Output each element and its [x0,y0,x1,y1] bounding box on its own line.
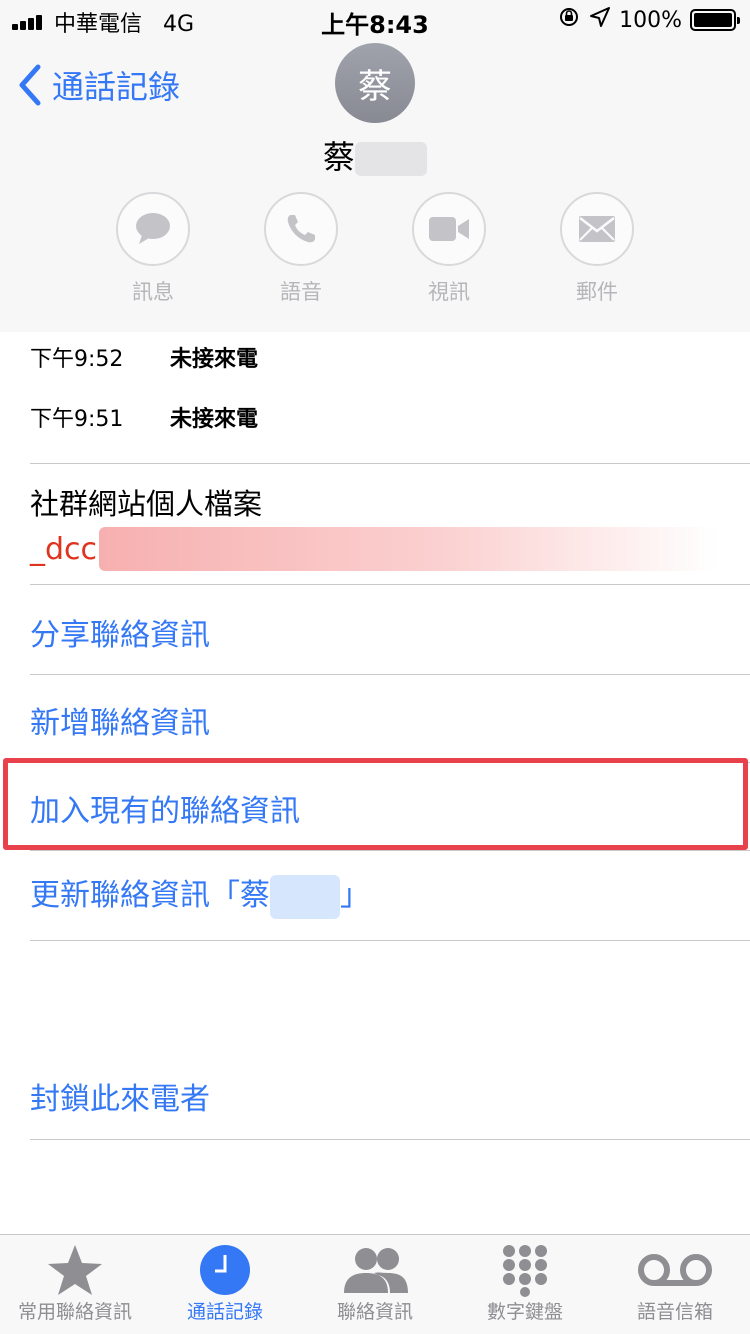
divider [30,1139,750,1140]
mail-icon [579,216,615,242]
mail-label: 郵件 [576,280,618,304]
back-label: 通話記錄 [52,68,181,106]
contact-header: 通話記錄 蔡 蔡 訊息 語音 視訊 郵件 [0,40,750,332]
share-contact-button[interactable]: 分享聯絡資訊 [30,610,210,654]
tab-label: 聯絡資訊 [336,1301,413,1323]
video-call-button[interactable]: 視訊 [412,192,486,306]
call-time: 下午9:51 [30,407,124,432]
back-button[interactable]: 通話記錄 [18,62,180,108]
divider [30,584,750,585]
status-bar: 中華電信 4G 上午8:43 100% [0,0,750,40]
block-caller-button[interactable]: 封鎖此來電者 [30,1074,210,1118]
voicemail-icon [638,1254,712,1286]
tab-label: 數字鍵盤 [486,1301,563,1323]
divider [30,463,750,464]
redacted-contact-name [270,874,340,919]
voice-call-button[interactable]: 語音 [264,192,338,306]
redacted-handle [99,527,720,571]
message-label: 訊息 [132,280,174,304]
divider [30,674,750,675]
voice-label: 語音 [280,280,322,304]
contact-name: 蔡 [0,132,750,178]
call-time: 下午9:52 [30,347,124,372]
tab-bar: 常用聯絡資訊 通話記錄 聯絡資訊 數字鍵盤 語音信箱 [0,1234,750,1334]
update-contact-prefix: 更新聯絡資訊「蔡 [30,878,270,913]
divider [30,850,750,851]
tab-keypad[interactable]: 數字鍵盤 [450,1235,600,1334]
video-icon [429,217,469,241]
location-icon [589,6,611,34]
call-entry: 下午9:52 未接來電 [30,341,258,373]
tab-voicemail[interactable]: 語音信箱 [600,1235,750,1334]
tab-label: 通話記錄 [186,1301,263,1323]
clock-icon [200,1245,250,1295]
update-contact-suffix: 」 [340,878,370,913]
star-icon [48,1245,102,1295]
battery-percent: 100% [619,7,682,33]
social-handle-text: _dcc [30,531,98,567]
social-profile-title: 社群網站個人檔案 [30,487,263,521]
call-type: 未接來電 [170,347,259,372]
tab-favorites[interactable]: 常用聯絡資訊 [0,1235,150,1334]
avatar: 蔡 [335,43,415,123]
battery-icon [690,9,740,31]
phone-icon [287,215,315,243]
chevron-left-icon [19,64,41,106]
contact-name-text: 蔡 [322,138,355,176]
orientation-lock-icon [557,5,581,35]
call-entry: 下午9:51 未接來電 [30,401,258,433]
update-contact-button[interactable]: 更新聯絡資訊「蔡 」 [30,870,370,919]
message-button[interactable]: 訊息 [116,192,190,306]
mail-button[interactable]: 郵件 [560,192,634,306]
social-profile-link[interactable]: _dcc [30,527,720,571]
redacted-name [355,142,427,176]
tab-contacts[interactable]: 聯絡資訊 [300,1235,450,1334]
contacts-icon [344,1248,408,1293]
tab-label: 常用聯絡資訊 [17,1301,132,1323]
highlight-box [3,758,748,850]
tab-label: 語音信箱 [636,1301,713,1323]
call-type: 未接來電 [170,407,259,432]
tab-recents[interactable]: 通話記錄 [150,1235,300,1334]
video-label: 視訊 [428,280,470,304]
create-new-contact-button[interactable]: 新增聯絡資訊 [30,698,210,742]
keypad-icon [503,1245,547,1297]
divider [30,940,750,941]
message-icon [136,213,170,244]
